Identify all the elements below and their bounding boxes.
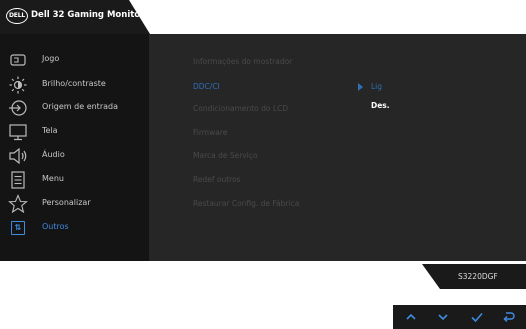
option-des[interactable]: Des. <box>371 101 390 110</box>
nav-down-button[interactable] <box>429 305 457 329</box>
menu-item-label: Tela <box>42 126 58 135</box>
brightness-icon <box>8 75 28 95</box>
up-icon <box>406 313 416 320</box>
submenu-item-informacoes[interactable]: Informações do mostrador <box>193 57 292 71</box>
menu-item-personalizar[interactable]: Personalizar <box>0 192 149 216</box>
nav-back-button[interactable] <box>495 305 523 329</box>
star-icon <box>8 194 28 214</box>
menu-item-label: Menu <box>42 174 64 183</box>
dell-logo-icon: DELL <box>6 8 28 24</box>
menu-item-label: Jogo <box>42 54 60 63</box>
menu-item-label: Origem de entrada <box>42 102 118 111</box>
submenu-item-condicionamento[interactable]: Condicionamento do LCD <box>193 104 288 118</box>
option-lig[interactable]: Lig <box>371 82 382 91</box>
menu-item-tela[interactable]: Tela <box>0 120 149 144</box>
menu-list-icon <box>8 170 28 190</box>
others-icon: ⇅ <box>8 218 28 238</box>
speaker-icon <box>8 146 28 166</box>
menu-item-label: Brilho/contraste <box>42 79 106 88</box>
nav-buttons <box>393 305 526 329</box>
submenu-item-firmware[interactable]: Firmware <box>193 128 227 142</box>
menu-item-menu[interactable]: Menu <box>0 168 149 192</box>
menu-item-audio[interactable]: Áudio <box>0 144 149 168</box>
menu-item-label: Áudio <box>42 150 65 159</box>
submenu-item-marca-servico[interactable]: Marca de Serviço <box>193 151 258 165</box>
osd-header: DELL Dell 32 Gaming Monitor <box>0 0 150 34</box>
input-source-icon <box>8 98 28 118</box>
submenu-item-redef-outros[interactable]: Redef outros <box>193 175 241 189</box>
menu-item-brilho[interactable]: Brilho/contraste <box>0 73 149 97</box>
display-icon <box>8 122 28 142</box>
check-icon <box>471 312 483 323</box>
menu-item-origem[interactable]: Origem de entrada <box>0 96 149 120</box>
menu-item-label: Outros <box>42 222 69 231</box>
model-badge: S3220DGF <box>422 264 526 289</box>
submenu-item-restaurar[interactable]: Restaurar Config. de Fábrica <box>193 199 299 213</box>
model-label: S3220DGF <box>458 272 498 281</box>
menu-item-outros[interactable]: ⇅ Outros <box>0 216 149 240</box>
main-menu: Jogo Brilho/contraste Origem de entrada … <box>0 34 149 261</box>
selection-arrow-icon <box>358 83 363 91</box>
back-icon <box>503 312 515 323</box>
nav-confirm-button[interactable] <box>463 305 491 329</box>
monitor-title: Dell 32 Gaming Monitor <box>31 10 145 20</box>
menu-item-label: Personalizar <box>42 198 91 207</box>
down-icon <box>438 314 448 321</box>
menu-item-jogo[interactable]: Jogo <box>0 48 149 72</box>
nav-up-button[interactable] <box>397 305 425 329</box>
gamepad-icon <box>8 50 28 70</box>
submenu-item-ddcci[interactable]: DDC/CI <box>193 82 220 96</box>
